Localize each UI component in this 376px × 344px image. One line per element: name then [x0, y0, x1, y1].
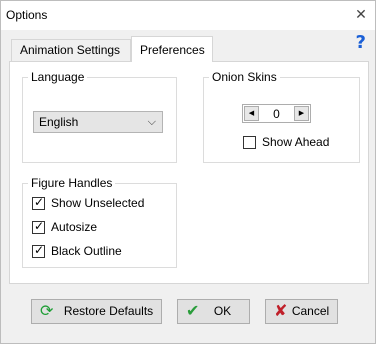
restore-defaults-button[interactable]: ⟳ Restore Defaults: [31, 299, 162, 324]
chevron-down-icon: ⌵: [147, 116, 156, 128]
figure-handles-group: Figure Handles ✓ Show Unselected ✓ Autos…: [22, 176, 177, 268]
preferences-panel: Language English ⌵ Onion Skins ◀ 0 ▶ Sho…: [9, 61, 369, 284]
help-icon[interactable]: ?: [356, 32, 366, 53]
show-unselected-checkbox[interactable]: ✓: [32, 195, 45, 210]
window-title: Options: [6, 8, 48, 22]
onion-skins-group-label: Onion Skins: [209, 70, 280, 84]
ok-label: OK: [213, 304, 232, 318]
check-icon: ✓: [34, 219, 45, 233]
onion-skins-stepper[interactable]: ◀ 0 ▶: [242, 104, 311, 123]
figure-handles-group-label: Figure Handles: [28, 176, 116, 190]
restore-defaults-label: Restore Defaults: [63, 304, 154, 318]
cancel-button[interactable]: ✘ Cancel: [265, 299, 338, 324]
show-ahead-label: Show Ahead: [262, 135, 330, 149]
black-outline-label: Black Outline: [51, 244, 122, 258]
cancel-label: Cancel: [291, 304, 330, 318]
options-window: Options ✕ ? Animation Settings Preferenc…: [0, 0, 376, 344]
autosize-checkbox[interactable]: ✓: [32, 219, 45, 234]
tab-animation-settings[interactable]: Animation Settings: [11, 39, 131, 61]
tab-preferences[interactable]: Preferences: [131, 36, 213, 62]
language-select[interactable]: English ⌵: [33, 111, 163, 133]
check-icon: ✓: [34, 243, 45, 257]
onion-skins-value[interactable]: 0: [261, 107, 292, 121]
black-outline-checkbox[interactable]: ✓: [32, 243, 45, 258]
title-bar: Options ✕: [1, 1, 375, 30]
onion-skins-group: Onion Skins ◀ 0 ▶ Show Ahead: [203, 70, 360, 163]
autosize-label: Autosize: [51, 220, 98, 234]
decrement-button[interactable]: ◀: [244, 106, 259, 121]
language-group: Language English ⌵: [22, 70, 177, 163]
language-group-label: Language: [28, 70, 88, 84]
ok-button[interactable]: ✔ OK: [177, 299, 250, 324]
close-icon[interactable]: ✕: [353, 6, 369, 22]
increment-button[interactable]: ▶: [294, 106, 309, 121]
show-unselected-label: Show Unselected: [51, 196, 145, 210]
show-ahead-checkbox[interactable]: [243, 136, 256, 149]
check-icon: ✓: [34, 195, 45, 209]
language-selected-value: English: [39, 115, 79, 129]
